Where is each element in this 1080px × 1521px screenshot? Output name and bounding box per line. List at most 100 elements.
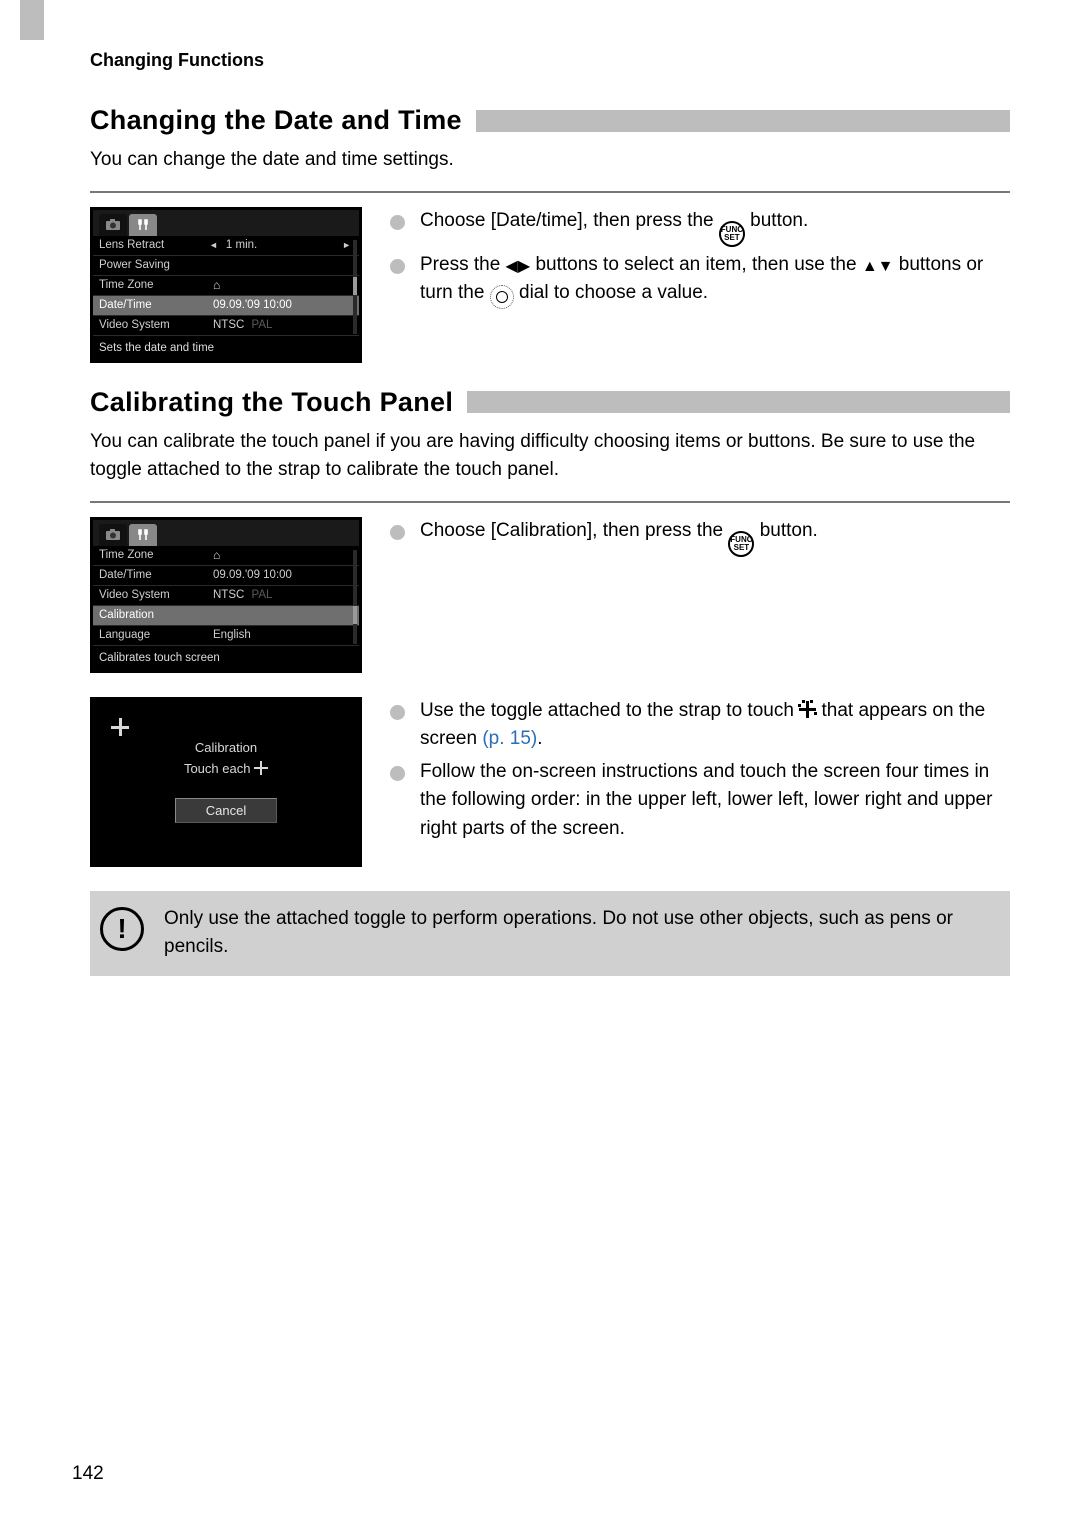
up-down-arrow-icon: ▲▼ [862, 255, 894, 279]
row-label: Power Saving [99, 259, 207, 271]
ntsc-label: NTSC [213, 319, 244, 331]
scrollbar [353, 550, 357, 644]
bullet-dot-icon [390, 758, 408, 844]
left-right-arrow-icon: ◀▶ [506, 255, 531, 279]
list-item: Video System NTSC PAL [93, 316, 359, 336]
shot-list: Lens Retract ◄ 1 min. ► Power Saving Tim… [93, 236, 359, 336]
bullet-item: Press the ◀▶ buttons to select an item, … [390, 251, 1010, 310]
bullet-item: Follow the on-screen instructions and to… [390, 758, 1010, 844]
screenshot-calibration-touch: Calibration Touch each Cancel [90, 697, 362, 867]
list-item-selected: Date/Time 09.09.'09 10:00 [93, 296, 359, 316]
section-1-intro: You can change the date and time setting… [90, 146, 1010, 175]
row-label: Lens Retract [99, 239, 207, 251]
pal-label: PAL [248, 589, 273, 601]
page-link[interactable]: (p. 15) [482, 728, 537, 749]
section-1-title-bar [476, 110, 1010, 132]
target-cross-icon [799, 701, 816, 718]
func-bot: SET [724, 234, 740, 242]
tab-camera-icon [99, 214, 127, 236]
shot-footer: Calibrates touch screen [93, 646, 359, 670]
func-set-icon: FUNC SET [719, 221, 745, 247]
warning-icon: ! [100, 907, 144, 951]
bullet-text: Use the toggle attached to the strap to … [420, 697, 1010, 754]
list-item: Power Saving [93, 256, 359, 276]
scrollbar-thumb [353, 606, 357, 624]
tab-tools-icon [129, 524, 157, 546]
list-item: Date/Time 09.09.'09 10:00 [93, 566, 359, 586]
row-label: Time Zone [99, 549, 207, 561]
section-2-title: Calibrating the Touch Panel [90, 387, 453, 418]
running-header: Changing Functions [90, 50, 1010, 71]
home-icon: ⌂ [207, 548, 353, 562]
scrollbar-thumb [353, 277, 357, 295]
text: dial to choose a value. [519, 282, 708, 303]
bullet-item: Choose [Date/time], then press the FUNC … [390, 207, 1010, 247]
scrollbar [353, 240, 357, 334]
row-value: NTSC PAL [207, 589, 353, 601]
text: button. [760, 520, 818, 541]
bullet-dot-icon [390, 517, 408, 557]
section-2-title-bar [467, 391, 1010, 413]
row-label: Language [99, 629, 207, 641]
list-item: Time Zone ⌂ [93, 546, 359, 566]
section-2-row-1: Time Zone ⌂ Date/Time 09.09.'09 10:00 Vi… [90, 517, 1010, 673]
cal-title: Calibration [93, 740, 359, 755]
row-label: Date/Time [99, 569, 207, 581]
bullet-dot-icon [390, 207, 408, 247]
text: Choose [Date/time], then press the [420, 210, 714, 231]
left-caret-icon: ◄ [207, 240, 220, 250]
row-label: Calibration [99, 609, 207, 621]
bullet-text: Choose [Calibration], then press the FUN… [420, 517, 1010, 557]
target-cross-icon [254, 761, 268, 775]
row-label: Video System [99, 319, 207, 331]
func-set-icon: FUNC SET [728, 531, 754, 557]
screenshot-datetime: Lens Retract ◄ 1 min. ► Power Saving Tim… [90, 207, 362, 363]
list-item: Time Zone ⌂ [93, 276, 359, 296]
shot-tabs [93, 210, 359, 236]
shot-footer: Sets the date and time [93, 336, 359, 360]
divider [90, 191, 1010, 193]
ntsc-label: NTSC [213, 589, 244, 601]
list-item: Video System NTSC PAL [93, 586, 359, 606]
warning-box: ! Only use the attached toggle to perfor… [90, 891, 1010, 976]
tab-tools-icon [129, 214, 157, 236]
cancel-button[interactable]: Cancel [175, 798, 277, 823]
list-item-selected: Calibration [93, 606, 359, 626]
shot-tabs [93, 520, 359, 546]
row-label: Video System [99, 589, 207, 601]
bullet-dot-icon [390, 697, 408, 754]
row-label: Date/Time [99, 299, 207, 311]
text: Use the toggle attached to the strap to … [420, 700, 794, 721]
list-item: Lens Retract ◄ 1 min. ► [93, 236, 359, 256]
text: Press the [420, 254, 500, 275]
page-content: Changing Functions Changing the Date and… [0, 0, 1080, 1016]
bullet-text: Choose [Date/time], then press the FUNC … [420, 207, 1010, 247]
section-1-row: Lens Retract ◄ 1 min. ► Power Saving Tim… [90, 207, 1010, 363]
page-number: 142 [72, 1463, 104, 1485]
row-value: 09.09.'09 10:00 [207, 299, 353, 311]
right-caret-icon: ► [340, 240, 353, 250]
pal-label: PAL [248, 319, 273, 331]
tab-camera-icon [99, 524, 127, 546]
text: buttons to select an item, then use the [535, 254, 856, 275]
list-item: Language English [93, 626, 359, 646]
home-icon: ⌂ [207, 278, 353, 292]
section-2-title-row: Calibrating the Touch Panel [90, 387, 1010, 418]
func-bot: SET [734, 544, 750, 552]
section-2-intro: You can calibrate the touch panel if you… [90, 428, 1010, 485]
text: Touch each [184, 761, 251, 776]
bullet-text: Press the ◀▶ buttons to select an item, … [420, 251, 1010, 310]
row-value: English [207, 629, 353, 641]
bullet-dot-icon [390, 251, 408, 310]
text: button. [750, 210, 808, 231]
divider [90, 501, 1010, 503]
bullet-text: Follow the on-screen instructions and to… [420, 758, 1010, 844]
bullet-item: Choose [Calibration], then press the FUN… [390, 517, 1010, 557]
row-label: Time Zone [99, 279, 207, 291]
section-1-title-row: Changing the Date and Time [90, 105, 1010, 136]
calibration-cross-icon [111, 718, 129, 736]
section-2-bullets-1: Choose [Calibration], then press the FUN… [390, 517, 1010, 673]
section-2-bullets-2: Use the toggle attached to the strap to … [390, 697, 1010, 867]
screenshot-calibration-menu: Time Zone ⌂ Date/Time 09.09.'09 10:00 Vi… [90, 517, 362, 673]
row-value: 1 min. [220, 239, 340, 251]
